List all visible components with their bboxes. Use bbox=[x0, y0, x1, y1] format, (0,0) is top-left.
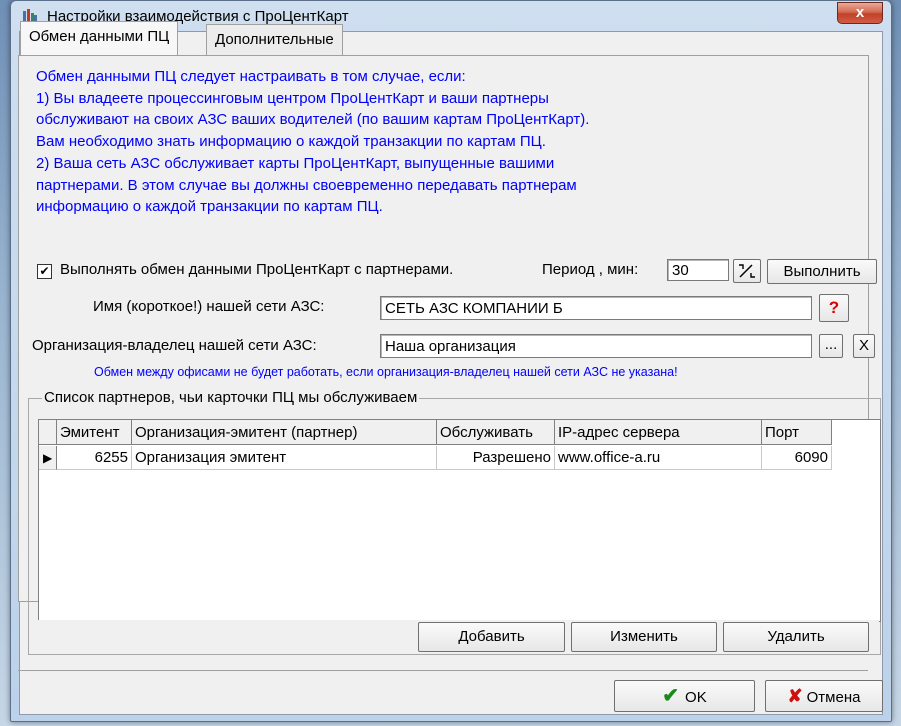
network-name-input[interactable]: СЕТЬ АЗС КОМПАНИИ Б bbox=[380, 296, 812, 320]
close-button[interactable]: x bbox=[837, 2, 883, 24]
column-header-organization[interactable]: Организация-эмитент (партнер) bbox=[132, 420, 437, 445]
info-line: обслуживают на своих АЗС ваших водителей… bbox=[36, 111, 590, 129]
partners-group-title: Список партнеров, чьи карточки ПЦ мы обс… bbox=[42, 389, 420, 406]
cross-icon: ✘ bbox=[787, 686, 803, 706]
tab-exchange[interactable]: Обмен данными ПЦ bbox=[20, 21, 179, 55]
cell-serve[interactable]: Разрешено bbox=[437, 446, 555, 470]
warning-text: Обмен между офисами не будет работать, е… bbox=[94, 365, 678, 379]
cancel-button[interactable]: ✘ Отмена bbox=[765, 680, 883, 712]
row-indicator: ▶ bbox=[39, 446, 57, 470]
ok-button[interactable]: ✔ OK bbox=[614, 680, 755, 712]
column-header-serve[interactable]: Обслуживать bbox=[437, 420, 555, 445]
cell-organization[interactable]: Организация эмитент bbox=[132, 446, 437, 470]
cell-port[interactable]: 6090 bbox=[762, 446, 832, 470]
info-line: 1) Вы владеете процессинговым центром Пр… bbox=[36, 89, 549, 107]
tab-additional[interactable]: Дополнительные bbox=[206, 24, 343, 55]
partners-table[interactable]: Эмитент Организация-эмитент (партнер) Об… bbox=[38, 419, 881, 622]
delete-button[interactable]: Удалить bbox=[723, 622, 869, 652]
column-header-issuer[interactable]: Эмитент bbox=[57, 420, 132, 445]
period-input[interactable]: 30 bbox=[667, 259, 729, 281]
cell-ip[interactable]: www.office-a.ru bbox=[555, 446, 762, 470]
spinner-icon bbox=[739, 264, 755, 278]
info-line: Вам необходимо знать информацию о каждой… bbox=[36, 133, 546, 151]
exchange-checkbox-label: Выполнять обмен данными ПроЦентКарт с па… bbox=[60, 261, 454, 278]
column-header-port[interactable]: Порт bbox=[762, 420, 832, 445]
info-line: партнерами. В этом случае вы должны свое… bbox=[36, 176, 577, 194]
checkmark-icon: ✔ bbox=[662, 685, 680, 707]
browse-button[interactable]: ... bbox=[819, 334, 843, 358]
owner-org-label: Организация-владелец нашей сети АЗС: bbox=[32, 337, 317, 354]
cell-issuer[interactable]: 6255 bbox=[57, 446, 132, 470]
indicator-header bbox=[39, 420, 57, 445]
info-line: информацию о каждой транзакции по картам… bbox=[36, 198, 383, 216]
run-button[interactable]: Выполнить bbox=[767, 259, 877, 284]
info-line: Обмен данными ПЦ следует настраивать в т… bbox=[36, 68, 466, 85]
footer-separator bbox=[18, 670, 868, 671]
period-spinner[interactable] bbox=[733, 259, 761, 283]
network-name-label: Имя (короткое!) нашей сети АЗС: bbox=[93, 298, 325, 315]
add-button[interactable]: Добавить bbox=[418, 622, 565, 652]
info-text: Обмен данными ПЦ следует настраивать в т… bbox=[36, 66, 856, 218]
edit-button[interactable]: Изменить bbox=[571, 622, 717, 652]
help-button[interactable]: ? bbox=[819, 294, 849, 322]
clear-button[interactable]: X bbox=[853, 334, 875, 358]
info-line: 2) Ваша сеть АЗС обслуживает карты ПроЦе… bbox=[36, 154, 555, 172]
cancel-label: Отмена bbox=[806, 689, 861, 706]
column-header-ip[interactable]: IP-адрес сервера bbox=[555, 420, 762, 445]
exchange-checkbox[interactable]: ✔ bbox=[37, 264, 52, 279]
ok-label: OK bbox=[685, 689, 707, 706]
period-label: Период , мин: bbox=[542, 261, 639, 278]
owner-org-input[interactable]: Наша организация bbox=[380, 334, 812, 358]
